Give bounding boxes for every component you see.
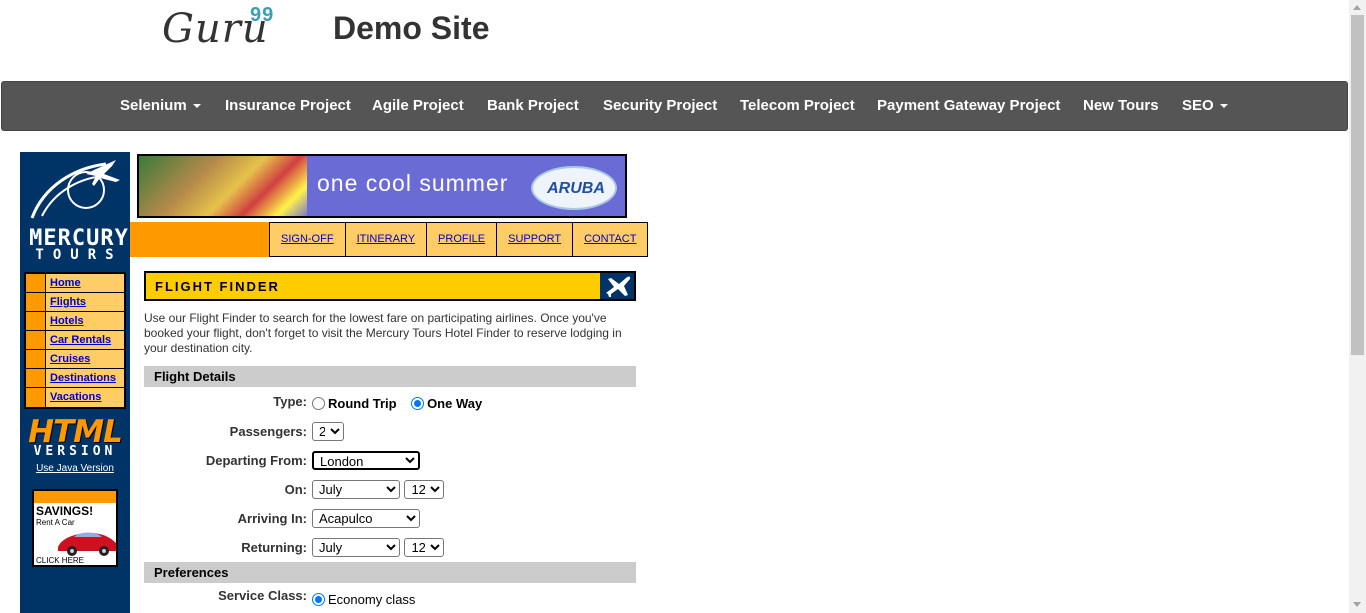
banner-text: one cool summer xyxy=(317,170,509,196)
html-version-label: VERSION xyxy=(33,444,117,459)
nav-selenium-label: Selenium xyxy=(120,97,187,114)
top-link-sign-off[interactable]: SIGN-OFF xyxy=(270,222,346,257)
passengers-label: Passengers: xyxy=(229,424,307,439)
ad-cta: CLICK HERE xyxy=(36,556,85,565)
ad-title: SAVINGS! xyxy=(36,504,94,518)
depart-day-select[interactable]: 12 xyxy=(404,480,445,499)
mercury-tours-frame: MERCURY TOURS Home Flights Hotels Car Re… xyxy=(20,152,649,613)
vertical-scrollbar[interactable] xyxy=(1349,0,1366,613)
mercury-top-bar: SIGN-OFF ITINERARY PROFILE SUPPORT CONTA… xyxy=(130,222,649,257)
nav-agile-project[interactable]: Agile Project xyxy=(372,97,464,114)
one-way-radio[interactable] xyxy=(411,397,425,411)
side-nav-item: Hotels xyxy=(26,312,124,331)
service-class-label: Service Class: xyxy=(218,588,307,603)
caret-down-icon xyxy=(1219,104,1228,109)
flight-finder-intro: Use our Flight Finder to search for the … xyxy=(144,311,622,355)
ad-top-stripe xyxy=(34,491,116,503)
side-nav-item: Cruises xyxy=(26,350,124,369)
bullet-square xyxy=(26,388,46,407)
top-link-contact[interactable]: CONTACT xyxy=(573,222,649,257)
one-way-label: One Way xyxy=(427,396,483,412)
return-day-select[interactable]: 12 xyxy=(404,538,445,557)
economy-class-label: Economy class xyxy=(328,592,416,608)
side-nav-item: Destinations xyxy=(26,369,124,388)
mercury-logo: MERCURY TOURS xyxy=(24,156,128,266)
top-nav: SIGN-OFF ITINERARY PROFILE SUPPORT CONTA… xyxy=(269,222,649,257)
side-link-vacations[interactable]: Vacations xyxy=(50,391,101,403)
trip-type-group: Round Trip One Way xyxy=(312,395,492,413)
bullet-square xyxy=(26,274,46,292)
nav-telecom-project[interactable]: Telecom Project xyxy=(740,97,855,114)
type-label: Type: xyxy=(273,394,307,409)
bullet-square xyxy=(26,331,46,349)
side-link-car-rentals[interactable]: Car Rentals xyxy=(50,334,111,346)
side-nav-item: Vacations xyxy=(26,388,124,407)
departing-label: Departing From: xyxy=(205,453,307,468)
scrollbar-thumb[interactable] xyxy=(1351,15,1364,355)
mercury-left-column: MERCURY TOURS Home Flights Hotels Car Re… xyxy=(20,152,130,613)
bullet-square xyxy=(26,312,46,330)
departing-select[interactable]: London xyxy=(312,451,420,470)
nav-bank-project[interactable]: Bank Project xyxy=(487,97,579,114)
bullet-square xyxy=(26,293,46,311)
mercury-brand-text: MERCURY TOURS xyxy=(24,226,134,263)
aruba-banner[interactable]: one cool summer ARUBA xyxy=(137,154,627,218)
brand-line2: TOURS xyxy=(35,247,123,263)
logo-sup: 99 xyxy=(250,4,275,26)
side-nav-item: Flights xyxy=(26,293,124,312)
side-link-hotels[interactable]: Hotels xyxy=(50,315,84,327)
returning-label: Returning: xyxy=(241,540,307,555)
side-link-flights[interactable]: Flights xyxy=(50,296,86,308)
side-link-cruises[interactable]: Cruises xyxy=(50,353,90,365)
java-version-link[interactable]: Use Java Version xyxy=(20,463,130,474)
side-nav: Home Flights Hotels Car Rentals Cruises … xyxy=(24,272,126,409)
side-nav-item: Home xyxy=(26,274,124,293)
top-link-support[interactable]: SUPPORT xyxy=(497,222,574,257)
rent-a-car-ad[interactable]: SAVINGS! Rent A Car CLICK HERE xyxy=(32,489,118,567)
nav-seo[interactable]: SEO xyxy=(1182,97,1228,114)
airplane-swoosh-icon xyxy=(30,160,120,219)
arriving-select[interactable]: Acapulco xyxy=(312,509,420,528)
depart-month-select[interactable]: July xyxy=(312,480,400,499)
nav-payment-gateway-project[interactable]: Payment Gateway Project xyxy=(877,97,1060,114)
round-trip-label: Round Trip xyxy=(328,396,397,412)
side-link-destinations[interactable]: Destinations xyxy=(50,372,116,384)
passengers-select[interactable]: 2 xyxy=(312,422,344,441)
economy-class-radio[interactable] xyxy=(312,593,325,607)
top-link-profile[interactable]: PROFILE xyxy=(427,222,498,257)
arriving-label: Arriving In: xyxy=(237,511,307,526)
return-month-select[interactable]: July xyxy=(312,538,400,557)
aruba-logo: ARUBA xyxy=(531,166,617,210)
bullet-square xyxy=(26,350,46,368)
site-title: Demo Site xyxy=(333,10,490,46)
nav-seo-label: SEO xyxy=(1182,97,1214,114)
nav-new-tours[interactable]: New Tours xyxy=(1083,97,1159,114)
round-trip-radio[interactable] xyxy=(312,397,325,411)
html-version-block: HTML VERSION Use Java Version xyxy=(20,414,130,474)
scroll-down-icon[interactable] xyxy=(1353,602,1361,607)
nav-security-project[interactable]: Security Project xyxy=(603,97,717,114)
section-preferences: Preferences xyxy=(144,562,636,583)
top-link-itinerary[interactable]: ITINERARY xyxy=(345,222,428,257)
flight-finder-header: FLIGHT FINDER xyxy=(144,271,636,301)
side-nav-item: Car Rentals xyxy=(26,331,124,350)
guru99-logo[interactable]: Guru 99 xyxy=(162,4,273,52)
nav-selenium[interactable]: Selenium xyxy=(120,97,201,114)
banner-photo xyxy=(139,156,307,216)
caret-down-icon xyxy=(192,104,201,109)
nav-insurance-project[interactable]: Insurance Project xyxy=(225,97,351,114)
side-link-home[interactable]: Home xyxy=(50,277,81,289)
bullet-square xyxy=(26,369,46,387)
aruba-logo-text: ARUBA xyxy=(547,180,605,197)
section-flight-details: Flight Details xyxy=(144,366,636,387)
scroll-up-icon[interactable] xyxy=(1353,5,1361,10)
red-car-icon xyxy=(58,532,116,556)
on-label: On: xyxy=(284,482,307,497)
flight-finder-title: FLIGHT FINDER xyxy=(155,279,280,294)
site-header: Guru 99 Demo Site xyxy=(0,0,1349,80)
main-navbar: Selenium Insurance Project Agile Project… xyxy=(1,81,1348,131)
airplane-icon xyxy=(600,273,634,299)
